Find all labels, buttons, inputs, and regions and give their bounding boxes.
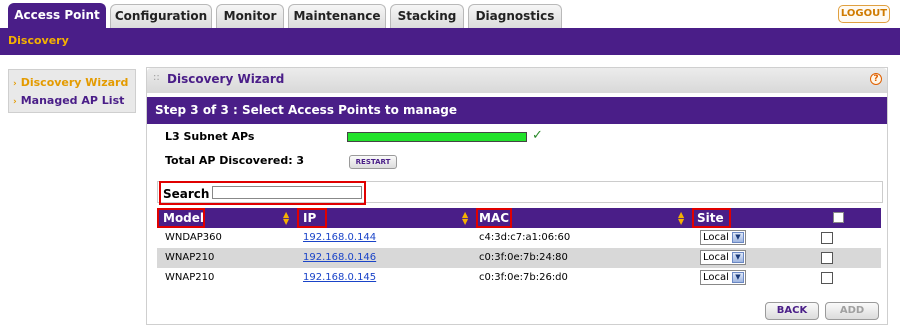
table-row: WNAP210 192.168.0.145 c0:3f:0e:7b:26:d0 … bbox=[157, 268, 881, 288]
chevron-right-icon: › bbox=[13, 97, 17, 107]
table-row: WNDAP360 192.168.0.144 c4:3d:c7:a1:06:60… bbox=[157, 228, 881, 248]
step-title: Step 3 of 3 : Select Access Points to ma… bbox=[155, 103, 458, 117]
row-checkbox[interactable] bbox=[821, 232, 833, 244]
row-checkbox[interactable] bbox=[821, 252, 833, 264]
tab-monitor[interactable]: Monitor bbox=[216, 4, 284, 28]
help-icon[interactable]: ? bbox=[870, 73, 882, 85]
cell-ip-link[interactable]: 192.168.0.145 bbox=[303, 272, 376, 283]
cell-model: WNAP210 bbox=[165, 272, 215, 283]
subnet-progress-bar bbox=[347, 132, 527, 142]
search-input[interactable] bbox=[212, 186, 362, 199]
search-label: Search bbox=[163, 187, 210, 201]
chevron-down-icon: ▼ bbox=[732, 252, 744, 263]
subnet-label: L3 Subnet APs bbox=[165, 130, 255, 143]
site-select[interactable]: Local ▼ bbox=[700, 270, 746, 285]
tab-stacking[interactable]: Stacking bbox=[390, 4, 464, 28]
select-all-checkbox[interactable] bbox=[833, 212, 844, 223]
cell-ip-link[interactable]: 192.168.0.144 bbox=[303, 232, 376, 243]
column-highlight-ip bbox=[297, 208, 327, 228]
tab-access-point[interactable]: Access Point bbox=[8, 3, 106, 28]
step-header: Step 3 of 3 : Select Access Points to ma… bbox=[147, 97, 887, 124]
column-highlight-model bbox=[157, 208, 205, 228]
sidebar-item-label: Managed AP List bbox=[20, 94, 125, 107]
cell-mac: c0:3f:0e:7b:26:d0 bbox=[479, 272, 568, 283]
page-title: Discovery Wizard bbox=[167, 72, 285, 86]
cell-model: WNAP210 bbox=[165, 252, 215, 263]
sort-icon[interactable]: ▲ ▼ bbox=[283, 211, 289, 226]
sidebar-item-label: Discovery Wizard bbox=[20, 76, 129, 89]
discovery-wizard-panel: :: Discovery Wizard ? Step 3 of 3 : Sele… bbox=[146, 67, 888, 325]
top-tab-bar: Access Point Configuration Monitor Maint… bbox=[0, 0, 900, 28]
table-header: Model ▲ ▼ IP ▲ ▼ MAC ▲ ▼ Site bbox=[157, 208, 881, 228]
site-select-value: Local bbox=[703, 272, 729, 283]
column-highlight-site bbox=[692, 208, 731, 228]
site-select-value: Local bbox=[703, 232, 729, 243]
cell-ip-link[interactable]: 192.168.0.146 bbox=[303, 252, 376, 263]
checkmark-icon: ✓ bbox=[532, 128, 543, 143]
tab-maintenance[interactable]: Maintenance bbox=[288, 4, 386, 28]
restart-button[interactable]: RESTART bbox=[349, 155, 397, 169]
subnav-discovery[interactable]: Discovery bbox=[8, 34, 69, 47]
chevron-down-icon: ▼ bbox=[732, 232, 744, 243]
drag-handle-icon: :: bbox=[153, 72, 160, 83]
site-select[interactable]: Local ▼ bbox=[700, 230, 746, 245]
tab-diagnostics[interactable]: Diagnostics bbox=[468, 4, 562, 28]
panel-header: :: Discovery Wizard ? bbox=[147, 68, 887, 93]
tab-configuration[interactable]: Configuration bbox=[110, 4, 212, 28]
cell-mac: c4:3d:c7:a1:06:60 bbox=[479, 232, 571, 243]
sub-navigation-bar: Discovery bbox=[0, 28, 900, 55]
chevron-down-icon: ▼ bbox=[732, 272, 744, 283]
back-button[interactable]: BACK bbox=[765, 302, 819, 320]
table-row: WNAP210 192.168.0.146 c0:3f:0e:7b:24:80 … bbox=[157, 248, 881, 268]
cell-model: WNDAP360 bbox=[165, 232, 222, 243]
chevron-right-icon: › bbox=[13, 79, 17, 89]
row-checkbox[interactable] bbox=[821, 272, 833, 284]
cell-mac: c0:3f:0e:7b:24:80 bbox=[479, 252, 568, 263]
search-highlight-box: Search bbox=[159, 181, 366, 205]
total-ap-discovered: Total AP Discovered: 3 bbox=[165, 154, 305, 167]
sidebar: › Discovery Wizard › Managed AP List bbox=[8, 69, 136, 113]
site-select[interactable]: Local ▼ bbox=[700, 250, 746, 265]
sort-icon[interactable]: ▲ ▼ bbox=[462, 211, 468, 226]
sidebar-item-managed-ap-list[interactable]: › Managed AP List bbox=[13, 94, 124, 107]
logout-button[interactable]: LOGOUT bbox=[838, 5, 890, 23]
add-button[interactable]: ADD bbox=[825, 302, 879, 320]
column-highlight-mac bbox=[476, 208, 512, 228]
sidebar-item-discovery-wizard[interactable]: › Discovery Wizard bbox=[13, 76, 128, 89]
sort-icon[interactable]: ▲ ▼ bbox=[678, 211, 684, 226]
site-select-value: Local bbox=[703, 252, 729, 263]
